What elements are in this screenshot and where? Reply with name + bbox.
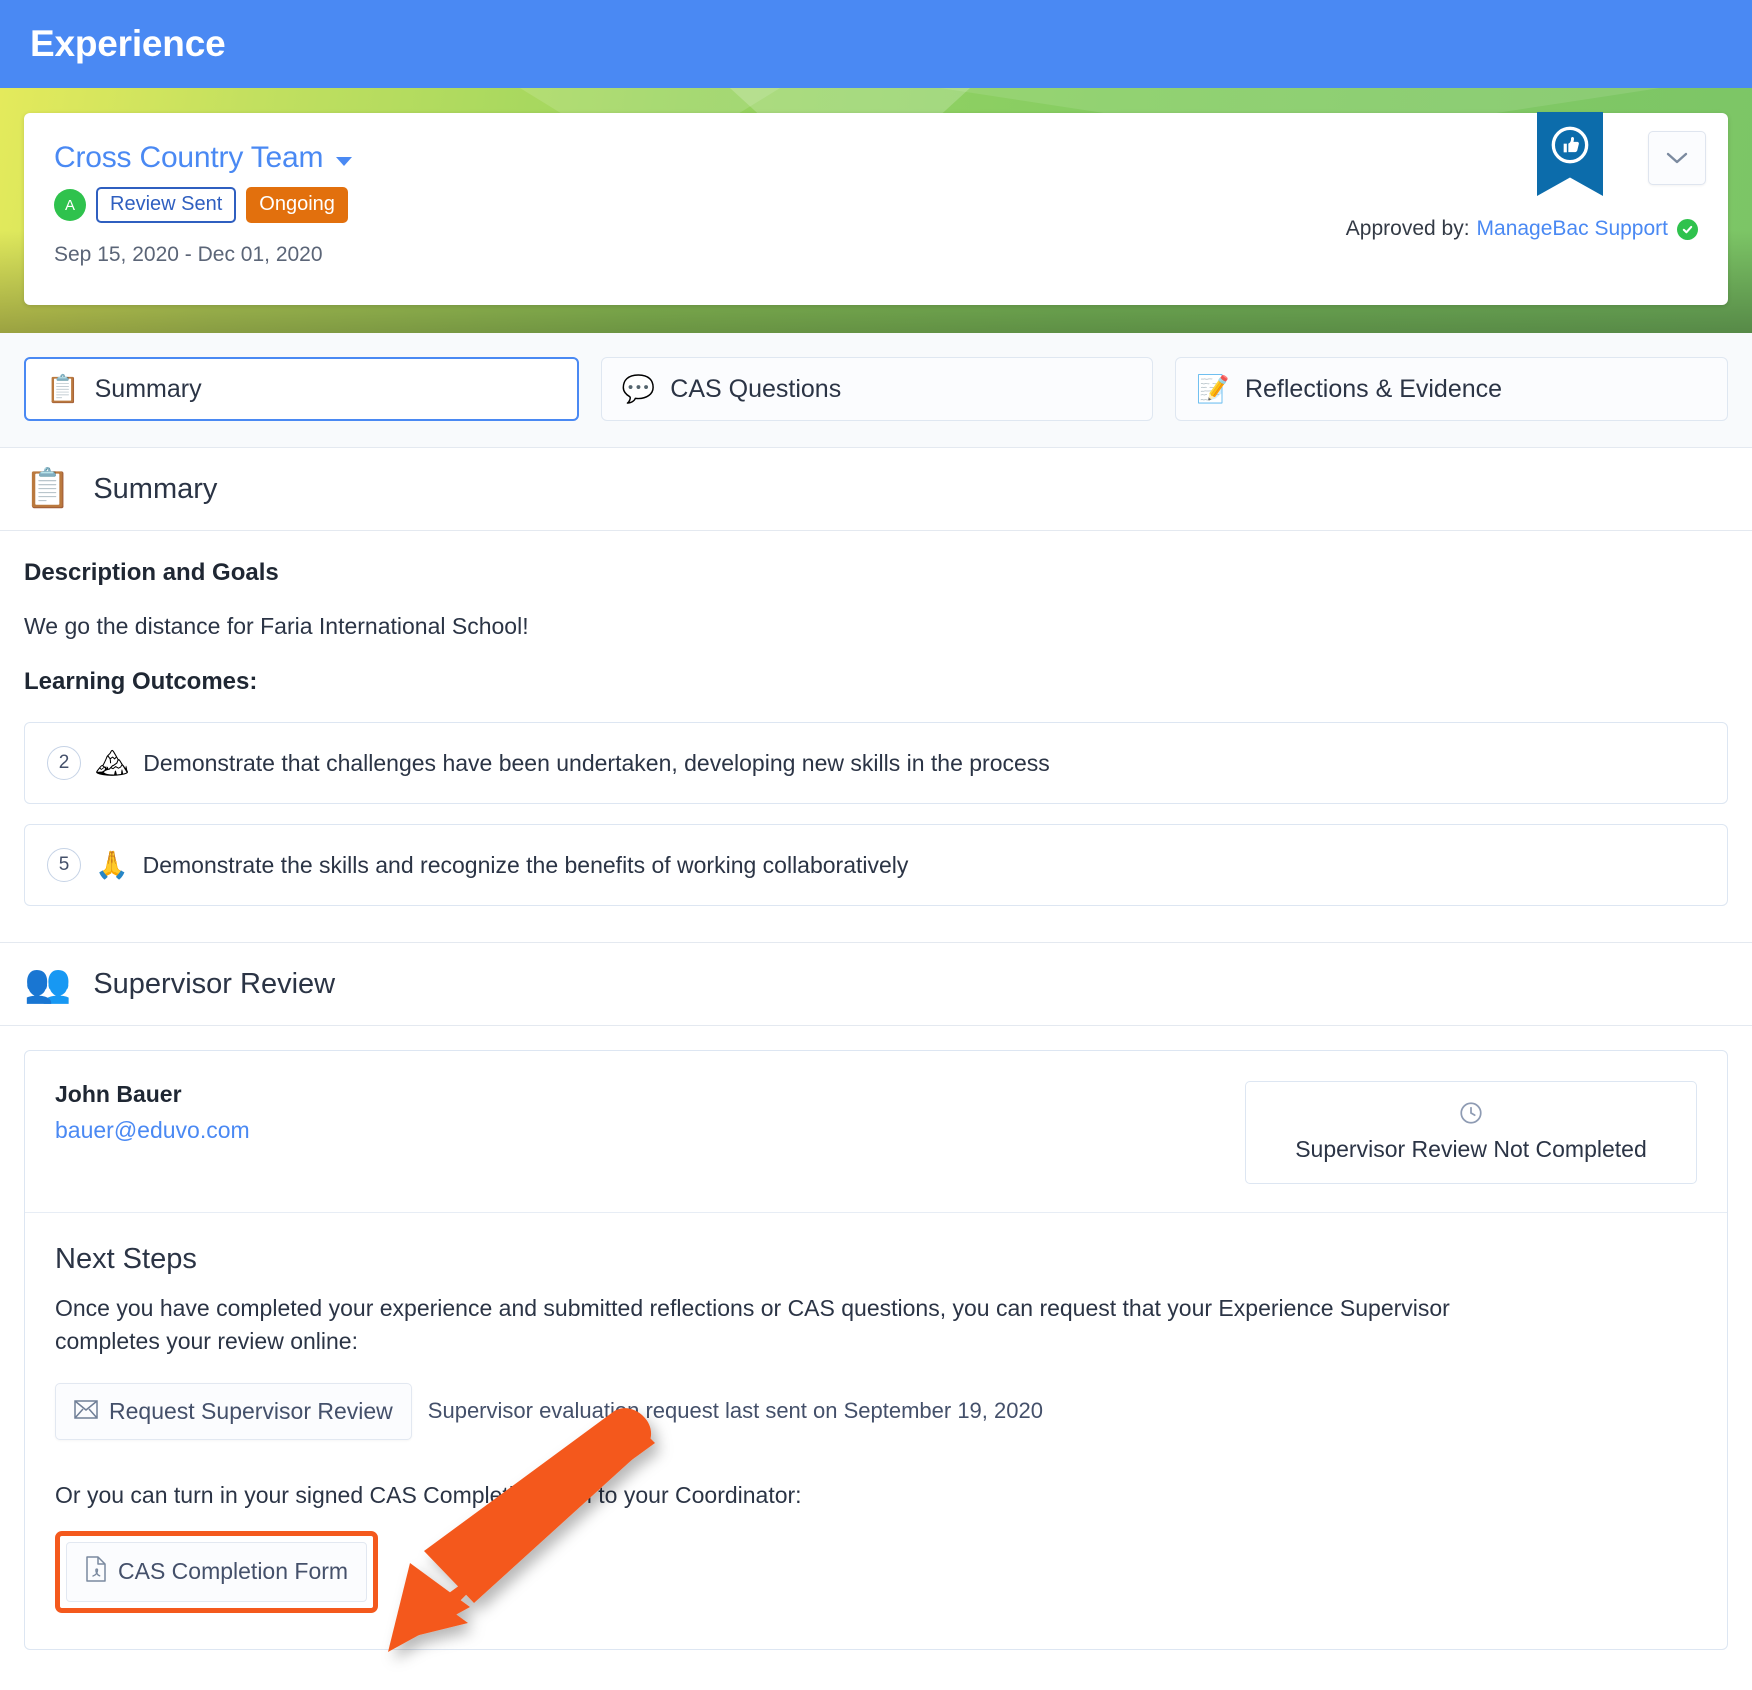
experience-title-row[interactable]: Cross Country Team bbox=[54, 141, 1698, 175]
learning-outcome-text: Demonstrate that challenges have been un… bbox=[143, 749, 1050, 776]
page-root: Experience Cross Country Team A Review S… bbox=[0, 0, 1752, 1690]
cas-completion-form-label: CAS Completion Form bbox=[118, 1558, 349, 1585]
cas-completion-form-button[interactable]: CAS Completion Form bbox=[66, 1541, 368, 1602]
memo-pencil-icon: 📝 bbox=[1196, 373, 1230, 404]
summary-content: Description and Goals We go the distance… bbox=[0, 531, 1752, 906]
tab-summary-label: Summary bbox=[94, 374, 202, 403]
next-steps-text: Once you have completed your experience … bbox=[55, 1295, 1450, 1355]
tab-reflections-evidence[interactable]: 📝 Reflections & Evidence bbox=[1175, 357, 1729, 421]
request-review-row: Request Supervisor Review Supervisor eva… bbox=[55, 1382, 1697, 1440]
request-supervisor-review-label: Request Supervisor Review bbox=[109, 1397, 393, 1424]
experience-dates: Sep 15, 2020 - Dec 01, 2020 bbox=[54, 243, 323, 266]
tab-cas-questions[interactable]: 💬 CAS Questions bbox=[600, 357, 1154, 421]
learning-outcome-number: 2 bbox=[47, 746, 81, 780]
page-title: Experience bbox=[30, 23, 226, 64]
chevron-down-icon[interactable] bbox=[336, 156, 353, 166]
supervisor-identity: John Bauer bauer@eduvo.com bbox=[55, 1081, 250, 1144]
learning-outcome-text: Demonstrate the skills and recognize the… bbox=[142, 851, 909, 878]
approved-by-label: Approved by: bbox=[1345, 217, 1470, 240]
clipboard-check-icon: 📋 bbox=[24, 468, 72, 510]
avatar: A bbox=[54, 189, 86, 221]
learning-outcomes-list: 2 🏔 Demonstrate that challenges have bee… bbox=[24, 722, 1728, 906]
approved-by-link[interactable]: ManageBac Support bbox=[1477, 217, 1668, 241]
supervisor-review-title: Supervisor Review bbox=[93, 967, 336, 1000]
supervisor-review-status-badge: Supervisor Review Not Completed bbox=[1245, 1081, 1697, 1184]
experience-options-button[interactable] bbox=[1648, 131, 1706, 185]
experience-banner: Cross Country Team A Review Sent Ongoing… bbox=[0, 88, 1752, 333]
last-sent-note: Supervisor evaluation request last sent … bbox=[427, 1398, 1043, 1424]
supervisor-name: John Bauer bbox=[55, 1081, 182, 1107]
supervisor-review-status-text: Supervisor Review Not Completed bbox=[1295, 1136, 1647, 1162]
supervisor-card: John Bauer bauer@eduvo.com Supervisor Re… bbox=[24, 1050, 1728, 1650]
app-header: Experience bbox=[0, 0, 1752, 88]
cas-completion-form-highlight: CAS Completion Form bbox=[55, 1530, 379, 1613]
pdf-file-icon bbox=[85, 1555, 107, 1588]
next-steps-title: Next Steps bbox=[55, 1243, 197, 1275]
learning-outcome-row: 5 🙏 Demonstrate the skills and recognize… bbox=[24, 824, 1728, 906]
description-and-goals-heading: Description and Goals bbox=[24, 559, 279, 586]
approved-by-row: Approved by: ManageBac Support bbox=[1346, 217, 1698, 241]
experience-title[interactable]: Cross Country Team bbox=[54, 141, 323, 175]
summary-section-title: Summary bbox=[93, 472, 218, 505]
envelope-icon bbox=[74, 1398, 98, 1425]
description-text: We go the distance for Faria Internation… bbox=[24, 613, 529, 639]
tab-summary[interactable]: 📋 Summary bbox=[24, 357, 579, 421]
tab-reflections-evidence-label: Reflections & Evidence bbox=[1244, 374, 1503, 403]
mountain-icon: 🏔 bbox=[95, 747, 130, 778]
learning-outcome-row: 2 🏔 Demonstrate that challenges have bee… bbox=[24, 722, 1728, 804]
question-balloons-icon: 💬 bbox=[621, 373, 656, 404]
clock-icon bbox=[1256, 1100, 1686, 1131]
green-check-icon bbox=[1677, 218, 1698, 240]
experience-card: Cross Country Team A Review Sent Ongoing… bbox=[24, 112, 1728, 305]
people-group-icon: 👥 bbox=[24, 963, 72, 1005]
supervisor-review-content: John Bauer bauer@eduvo.com Supervisor Re… bbox=[0, 1026, 1752, 1690]
folded-hands-icon: 🙏 bbox=[95, 849, 129, 880]
tab-cas-questions-label: CAS Questions bbox=[670, 374, 842, 403]
thumbs-up-icon bbox=[1537, 112, 1603, 196]
learning-outcome-number: 5 bbox=[47, 848, 81, 882]
supervisor-card-header: John Bauer bauer@eduvo.com Supervisor Re… bbox=[25, 1051, 1727, 1213]
supervisor-email[interactable]: bauer@eduvo.com bbox=[55, 1117, 250, 1144]
learning-outcomes-heading: Learning Outcomes: bbox=[24, 668, 258, 695]
tab-bar: 📋 Summary 💬 CAS Questions 📝 Reflections … bbox=[0, 333, 1752, 448]
request-supervisor-review-button[interactable]: Request Supervisor Review bbox=[55, 1382, 412, 1440]
next-steps-block: Next Steps Once you have completed your … bbox=[25, 1213, 1727, 1649]
supervisor-review-section-header: 👥 Supervisor Review bbox=[0, 942, 1752, 1026]
status-badge-review-sent: Review Sent bbox=[96, 187, 237, 223]
summary-section-header: 📋 Summary bbox=[0, 448, 1752, 531]
clipboard-check-icon: 📋 bbox=[46, 373, 80, 404]
status-badge-ongoing: Ongoing bbox=[246, 187, 348, 223]
turn-in-form-text: Or you can turn in your signed CAS Compl… bbox=[55, 1481, 802, 1508]
